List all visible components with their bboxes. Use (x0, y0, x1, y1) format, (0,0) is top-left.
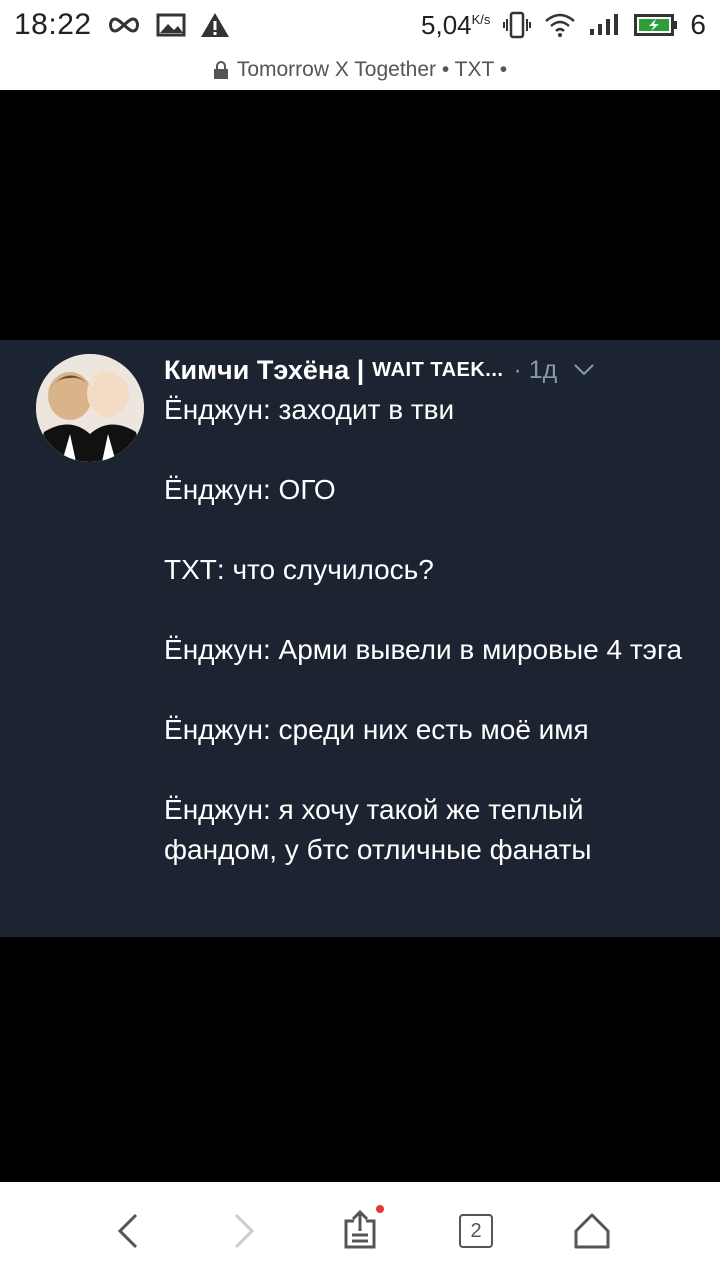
home-button[interactable] (562, 1201, 622, 1261)
page-title: Tomorrow X Together • TXT • (236, 58, 508, 81)
menu-button[interactable] (330, 1201, 390, 1261)
wifi-icon (544, 12, 576, 38)
tweet-line: Ёнджун: заходит в тви (164, 394, 455, 425)
tweet-time: · 1д (513, 355, 558, 384)
tweet-screenshot: Кимчи Тэхёна | WAIT TAEK... · 1д Ёнджун:… (0, 340, 720, 937)
network-speed: 5,04K/s (421, 9, 491, 40)
tweet-line: Ёнджун: среди них есть моё имя (164, 714, 589, 745)
tabs-button[interactable]: 2 (446, 1201, 506, 1261)
tweet-header: Кимчи Тэхёна | WAIT TAEK... · 1д (164, 352, 690, 388)
forward-button[interactable] (214, 1201, 274, 1261)
vibrate-icon (502, 10, 532, 40)
chevron-right-icon (234, 1213, 255, 1249)
status-bar: 18:22 5,04K/s 6 (0, 0, 720, 50)
notification-dot (376, 1205, 384, 1213)
tweet-line: Ёнджун: ОГО (164, 474, 336, 505)
browser-bottom-nav: 2 (0, 1182, 720, 1280)
signal-icon (588, 13, 622, 37)
avatar (36, 354, 144, 462)
battery-charging-icon (634, 13, 678, 37)
tweet-line: ТХТ: что случилось? (164, 554, 434, 585)
status-time: 18:22 (14, 8, 92, 41)
author-tag: WAIT TAEK... (372, 358, 504, 381)
battery-level: 6 (690, 9, 706, 40)
warning-icon (200, 11, 230, 39)
infinity-icon (106, 15, 142, 35)
tweet-text: Ёнджун: заходит в тви Ёнджун: ОГО ТХТ: ч… (164, 390, 694, 910)
url-bar[interactable]: Tomorrow X Together • TXT • (0, 50, 720, 90)
tweet-line: Ёнджун: я хочу такой же теплый фандом, у… (164, 794, 592, 865)
web-content: Кимчи Тэхёна | WAIT TAEK... · 1д Ёнджун:… (0, 90, 720, 1182)
gallery-icon (156, 12, 186, 38)
share-menu-icon (344, 1209, 376, 1249)
chevron-down-icon (573, 363, 595, 377)
lock-icon (213, 60, 229, 80)
chevron-left-icon (117, 1213, 138, 1249)
tab-count: 2 (459, 1214, 493, 1248)
tweet-line: Ёнджун: Арми вывели в мировые 4 тэга (164, 634, 683, 665)
author-name: Кимчи Тэхёна | (164, 354, 365, 385)
back-button[interactable] (98, 1201, 158, 1261)
home-icon (574, 1213, 610, 1249)
